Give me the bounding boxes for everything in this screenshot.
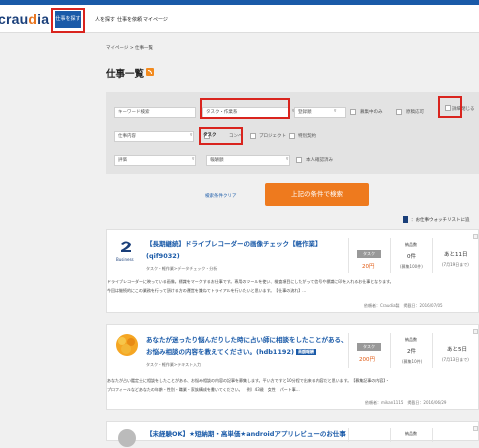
draft-label: 原稿応可 — [406, 110, 424, 115]
chevron-down-icon: ▿ — [192, 157, 195, 162]
identity-label: 本人確認済み — [306, 158, 333, 163]
sort-select[interactable]: 登録順 — [294, 107, 346, 118]
job-meta: 依頼者：mikan1115 掲載日：2016/06/29 — [365, 400, 447, 405]
deadline-date: (7月19日まで) — [442, 262, 469, 267]
job-title[interactable]: あなたが迷ったり悩んだりした時に占い師に相談をしたことがある、 — [146, 335, 348, 345]
site-logo[interactable]: craudia — [0, 11, 49, 27]
divider — [432, 333, 433, 368]
job-description: あなたが占い鑑定士に相談をしたことがある、お悩み相談の内容の記事を募集します。平… — [107, 378, 390, 383]
delivery-count: 0件 — [407, 254, 416, 260]
job-content-select[interactable]: 仕事内容 — [114, 131, 194, 142]
bookmark-icon — [403, 216, 408, 223]
chevron-down-icon: ▿ — [334, 109, 337, 114]
reward-select[interactable]: 報酬額 — [206, 155, 290, 166]
delivery-count-label: 納品数 — [405, 431, 417, 436]
rss-icon[interactable] — [146, 68, 154, 76]
logo-accent: d — [28, 11, 38, 27]
nav-find-people[interactable]: 人を探す — [95, 16, 115, 24]
search-submit-button[interactable]: 上記の条件で検索 — [265, 183, 369, 206]
job-card[interactable]: あなたが迷ったり悩んだりした時に占い師に相談をしたことがある、 お悩み相談の内容… — [106, 324, 479, 410]
deadline-date: (7月13日まで) — [442, 357, 469, 362]
chevron-down-icon: ▿ — [286, 157, 289, 162]
recruit-count: (募集10件) — [402, 359, 423, 364]
divider — [432, 428, 433, 442]
business-logo-label: Business — [116, 257, 134, 262]
logo-text: crau — [0, 11, 29, 27]
job-description: ドライブレコーダーに映っている画像。標識をマークするお仕事です。専用のツールを使… — [107, 279, 394, 284]
job-description: プロフィールなどあなたの年齢・性別・職業・家族構成を書いてください。 例）43歳… — [107, 387, 300, 392]
job-meta: 依頼者：Craudia製 掲載日：2016/07/05 — [364, 303, 443, 308]
chevron-down-icon: ▿ — [190, 133, 193, 138]
divider — [348, 238, 349, 273]
keyword-search-input[interactable]: キーワード検索 — [114, 107, 196, 118]
watchlist-toggle-icon[interactable] — [473, 329, 478, 334]
reset-conditions-link[interactable]: 検索条件クリア — [205, 193, 237, 199]
job-title[interactable]: 【未経験OK】★短納期・高単価★androidアプリレビューのお仕事 — [146, 429, 346, 439]
search-panel: キーワード検索 タスク・作業系 ▿ 登録順 ▿ 募集中のみ 原稿応可 詳細閉じる… — [106, 92, 479, 174]
divider — [348, 333, 349, 368]
delivery-count: 2件 — [407, 349, 416, 355]
job-category[interactable]: タスク・軽作業>テキスト入力 — [146, 362, 201, 368]
type-special-checkbox[interactable] — [289, 133, 295, 139]
highlight-nav-find-work — [51, 8, 85, 33]
job-price: 20円 — [362, 264, 375, 270]
fortune-avatar-icon — [116, 334, 138, 356]
job-category[interactable]: タスク・軽作業>データチェック・分析 — [146, 266, 217, 272]
job-type-tag: タスク — [357, 343, 381, 351]
delivery-count-label: 納品数 — [405, 242, 417, 247]
type-project-label: プロジェクト — [259, 134, 286, 139]
job-title-line2[interactable]: お悩み相談の内容を教えてください。(hdb1192) 高額報酬 — [146, 347, 316, 357]
watchlist-toggle-icon[interactable] — [473, 426, 478, 431]
watchlist-toggle-icon[interactable] — [473, 234, 478, 239]
recruiting-label: 募集中のみ — [360, 110, 383, 115]
recruiting-checkbox[interactable] — [350, 109, 356, 115]
job-card[interactable]: 【未経験OK】★短納期・高単価★androidアプリレビューのお仕事 納品数 — [106, 421, 479, 447]
breadcrumb[interactable]: マイページ > 仕事一覧 — [106, 45, 153, 51]
watchlist-note: ：お仕事ウォッチリストに追 — [411, 218, 470, 223]
job-title-id[interactable]: (qif9032) — [146, 251, 180, 261]
deadline: あと5日 — [447, 347, 467, 353]
avatar-icon — [118, 429, 136, 447]
job-card[interactable]: Business 【長期継続】ドライブレコーダーの画像チェック【軽作業】 (qi… — [106, 229, 479, 313]
deadline: あと11日 — [444, 252, 468, 258]
job-title-id: お悩み相談の内容を教えてください。(hdb1192) — [146, 348, 294, 356]
job-price: 200円 — [359, 357, 375, 363]
rating-select[interactable]: 評価 — [114, 155, 196, 166]
highlight-category-select — [200, 98, 290, 119]
divider — [390, 333, 391, 368]
page-title: 仕事一覧 — [106, 69, 145, 80]
recruit-count: (募集100件) — [400, 264, 423, 269]
highlight-detail-toggle — [438, 96, 462, 118]
logo-text-tail: ia — [37, 11, 50, 27]
highlight-task-checkbox — [199, 127, 243, 145]
job-title[interactable]: 【長期継続】ドライブレコーダーの画像チェック【軽作業】 — [146, 239, 322, 249]
divider — [348, 428, 349, 442]
high-reward-badge: 高額報酬 — [295, 349, 316, 355]
delivery-count-label: 納品数 — [405, 337, 417, 342]
divider — [390, 428, 391, 442]
nav-request-work[interactable]: 仕事を依頼 — [117, 16, 142, 24]
identity-checkbox[interactable] — [296, 157, 302, 163]
job-type-tag: タスク — [357, 250, 381, 258]
type-project-checkbox[interactable] — [250, 133, 256, 139]
business-logo-icon — [121, 241, 131, 252]
type-special-label: 特別契約 — [298, 134, 316, 139]
draft-checkbox[interactable] — [396, 109, 402, 115]
divider — [432, 238, 433, 273]
job-description: 今回は継続的にこの業務を行って頂ける方の運営を兼ねてトライアルを行いたいと思いま… — [107, 288, 307, 293]
nav-mypage[interactable]: マイページ — [143, 16, 168, 24]
divider — [390, 238, 391, 273]
